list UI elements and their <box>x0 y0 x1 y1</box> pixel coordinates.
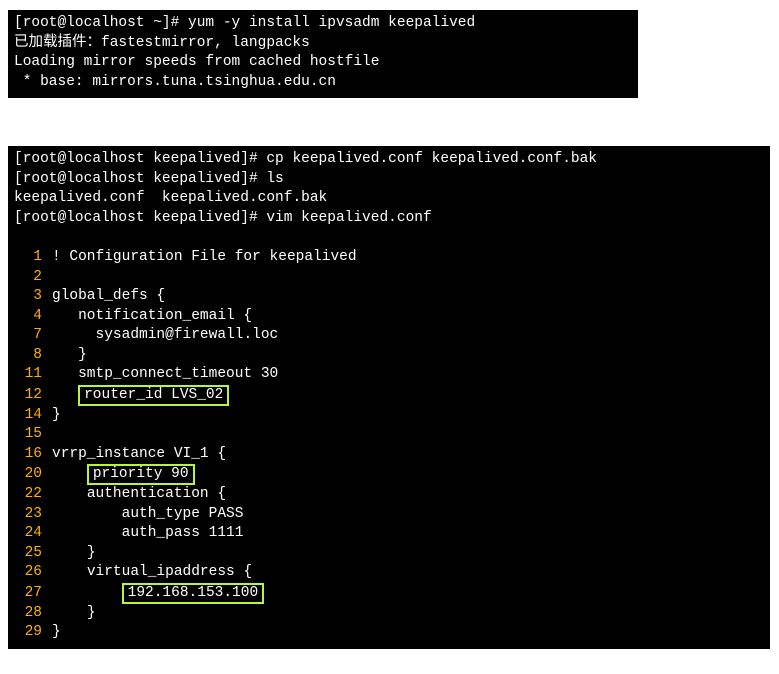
code-text: virtual_ipaddress { <box>87 564 252 580</box>
line-number: 2 <box>14 268 42 288</box>
line-number: 25 <box>14 544 42 564</box>
vim-line: 15 <box>14 425 764 445</box>
shell-line: keepalived.conf keepalived.conf.bak <box>14 189 764 209</box>
code-text: notification_email { <box>78 308 252 324</box>
indent <box>52 347 78 363</box>
vim-line: 1 ! Configuration File for keepalived <box>14 248 764 268</box>
line-number: 1 <box>14 248 42 268</box>
vim-line: 26 virtual_ipaddress { <box>14 563 764 583</box>
shell-line: [root@localhost keepalived]# vim keepali… <box>14 209 764 229</box>
indent <box>52 605 87 621</box>
line-number: 22 <box>14 485 42 505</box>
indent <box>52 545 87 561</box>
indent <box>52 564 87 580</box>
indent <box>52 327 96 343</box>
indent <box>52 486 87 502</box>
terminal-top: [root@localhost ~]# yum -y install ipvsa… <box>8 10 638 98</box>
vim-line: 20 priority 90 <box>14 464 764 485</box>
highlighted-code: 192.168.153.100 <box>122 583 265 604</box>
code-text: } <box>87 545 96 561</box>
line-number: 15 <box>14 425 42 445</box>
vim-line: 3 global_defs { <box>14 287 764 307</box>
shell-line: 已加载插件：fastestmirror, langpacks <box>14 34 632 54</box>
vim-line: 25 } <box>14 544 764 564</box>
indent <box>52 466 87 482</box>
vim-file-body: 1 ! Configuration File for keepalived 23 gl… <box>14 248 764 643</box>
vim-line: 14} <box>14 406 764 426</box>
code-text: } <box>52 624 61 640</box>
line-number: 8 <box>14 346 42 366</box>
shell-line: * base: mirrors.tuna.tsinghua.edu.cn <box>14 73 632 93</box>
vim-line: 2 <box>14 268 764 288</box>
indent <box>52 387 78 403</box>
code-text: sysadmin@firewall.loc <box>96 327 279 343</box>
shell-line: [root@localhost keepalived]# cp keepaliv… <box>14 150 764 170</box>
vim-line: 11 smtp_connect_timeout 30 <box>14 365 764 385</box>
vim-line: 16 vrrp_instance VI_1 { <box>14 445 764 465</box>
line-number: 4 <box>14 307 42 327</box>
indent <box>52 308 78 324</box>
line-number: 23 <box>14 505 42 525</box>
line-number: 29 <box>14 623 42 643</box>
indent <box>52 366 78 382</box>
line-number: 3 <box>14 287 42 307</box>
indent <box>52 506 122 522</box>
blank-line <box>14 229 764 249</box>
vim-line: 12 router_id LVS_02 <box>14 385 764 406</box>
line-number: 28 <box>14 604 42 624</box>
vim-line: 23 auth_type PASS <box>14 505 764 525</box>
indent <box>52 585 122 601</box>
line-number: 12 <box>14 386 42 406</box>
shell-line: Loading mirror speeds from cached hostfi… <box>14 53 632 73</box>
shell-line: [root@localhost ~]# yum -y install ipvsa… <box>14 14 632 34</box>
highlighted-code: router_id LVS_02 <box>78 385 229 406</box>
code-text: authentication { <box>87 486 226 502</box>
vim-line: 7 sysadmin@firewall.loc <box>14 326 764 346</box>
line-number: 24 <box>14 524 42 544</box>
code-text: } <box>87 605 96 621</box>
vim-line: 22 authentication { <box>14 485 764 505</box>
highlighted-code: priority 90 <box>87 464 195 485</box>
line-number: 20 <box>14 465 42 485</box>
line-number: 26 <box>14 563 42 583</box>
shell-line: [root@localhost keepalived]# ls <box>14 170 764 190</box>
vim-line: 27 192.168.153.100 <box>14 583 764 604</box>
code-text: vrrp_instance VI_1 { <box>52 446 226 462</box>
vim-line: 4 notification_email { <box>14 307 764 327</box>
code-text: auth_pass 1111 <box>122 525 244 541</box>
line-number: 16 <box>14 445 42 465</box>
vim-line: 28 } <box>14 604 764 624</box>
code-text: ! Configuration File for keepalived <box>52 249 357 265</box>
line-number: 7 <box>14 326 42 346</box>
vim-line: 8 } <box>14 346 764 366</box>
vim-line: 29} <box>14 623 764 643</box>
terminal-bottom: [root@localhost keepalived]# cp keepaliv… <box>8 146 770 648</box>
code-text: auth_type PASS <box>122 506 244 522</box>
code-text: global_defs { <box>52 288 165 304</box>
line-number: 27 <box>14 584 42 604</box>
code-text: smtp_connect_timeout 30 <box>78 366 278 382</box>
code-text: } <box>78 347 87 363</box>
vim-line: 24 auth_pass 1111 <box>14 524 764 544</box>
line-number: 11 <box>14 365 42 385</box>
line-number: 14 <box>14 406 42 426</box>
indent <box>52 525 122 541</box>
code-text: } <box>52 407 61 423</box>
